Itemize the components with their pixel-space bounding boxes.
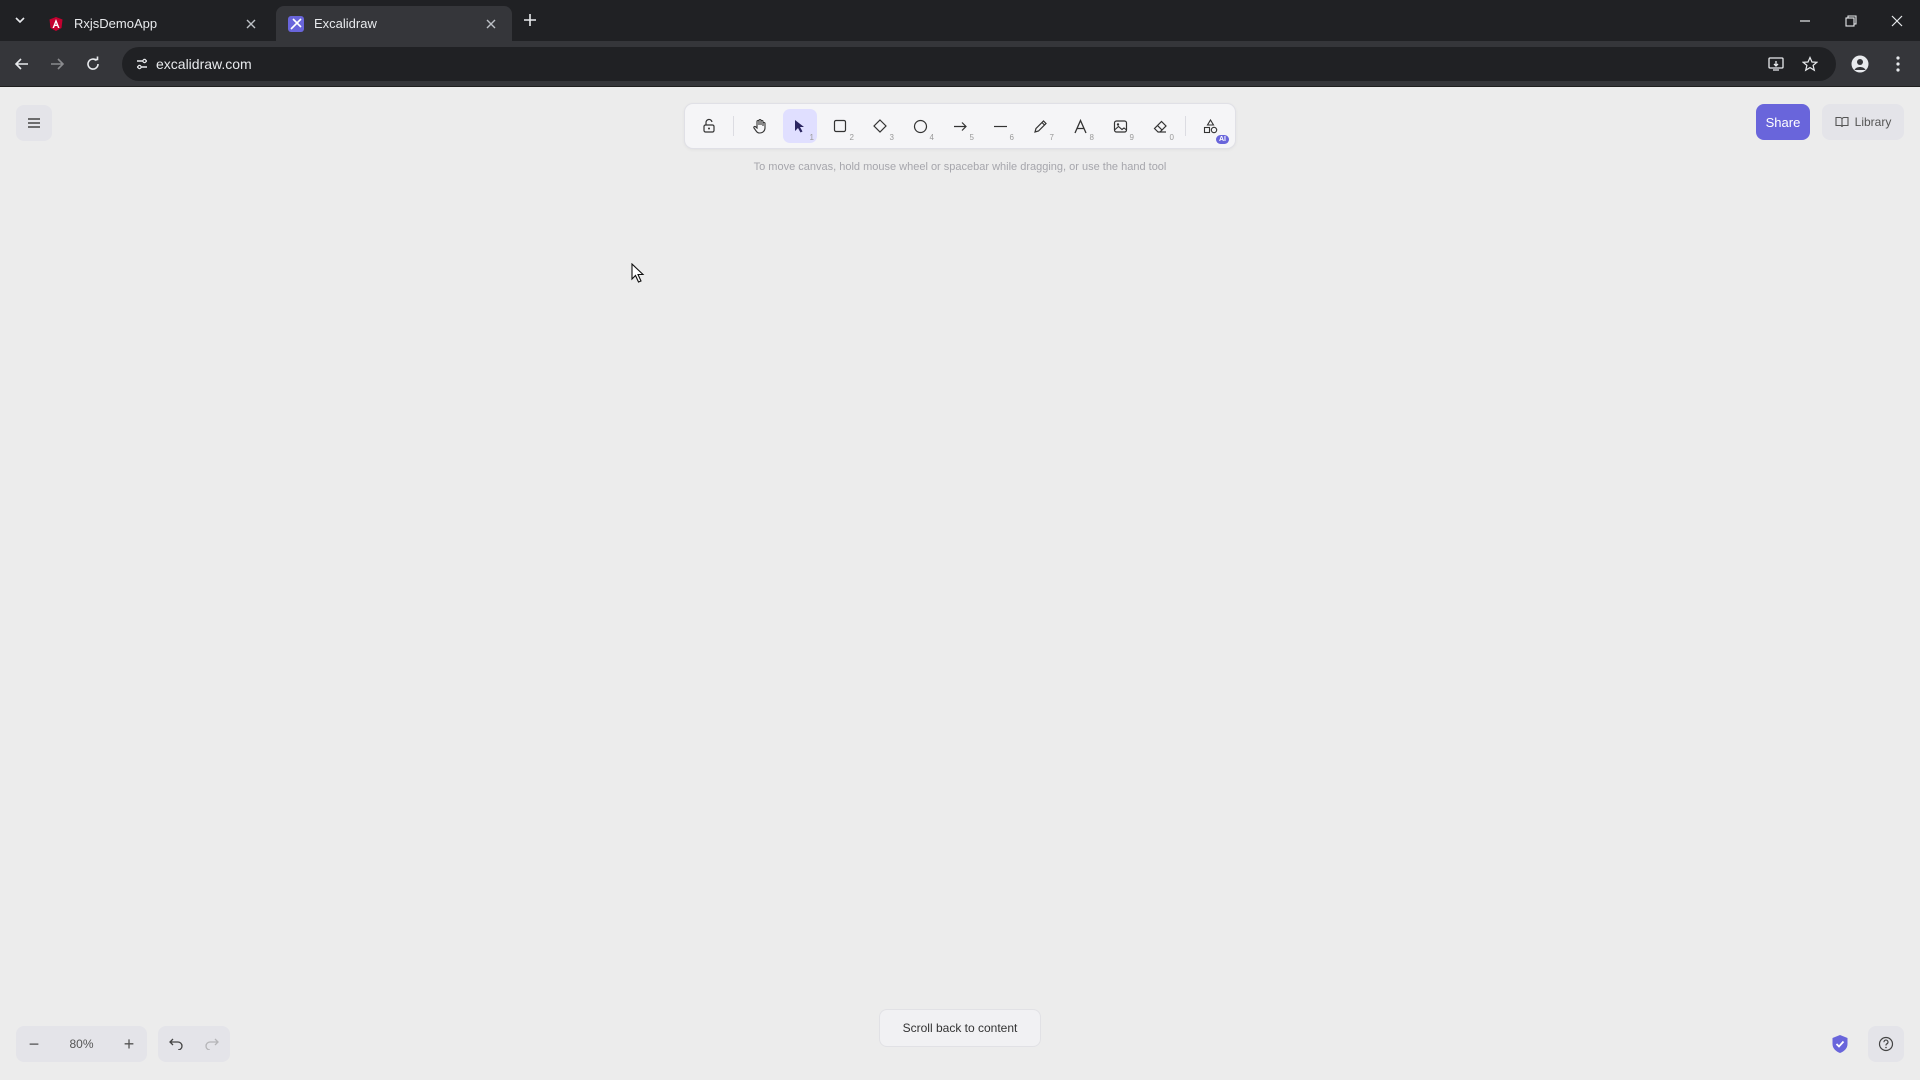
undo-redo-controls — [158, 1026, 230, 1062]
window-close-button[interactable] — [1874, 0, 1920, 41]
library-label: Library — [1854, 115, 1892, 129]
image-icon — [1113, 119, 1127, 133]
tab-title: Excalidraw — [314, 16, 377, 31]
angular-icon — [48, 16, 64, 32]
shortcut-key: 5 — [969, 133, 974, 142]
pencil-icon — [1033, 119, 1047, 133]
plus-icon — [524, 14, 536, 26]
undo-button[interactable] — [158, 1026, 194, 1062]
encryption-shield-icon[interactable] — [1828, 1032, 1852, 1056]
main-menu-button[interactable] — [16, 105, 52, 141]
tool-lock[interactable] — [692, 109, 726, 143]
close-icon[interactable] — [482, 15, 500, 33]
shapes-toolbar: 1 2 3 4 5 6 7 8 9 0 AI — [685, 104, 1235, 148]
tool-draw[interactable]: 7 — [1023, 109, 1057, 143]
scroll-back-button[interactable]: Scroll back to content — [879, 1009, 1041, 1047]
tool-text[interactable]: 8 — [1063, 109, 1097, 143]
eraser-icon — [1153, 120, 1167, 133]
shortcut-key: 9 — [1129, 133, 1134, 142]
tool-rectangle[interactable]: 2 — [823, 109, 857, 143]
book-icon — [1835, 116, 1849, 128]
arrow-left-icon — [14, 58, 28, 70]
tab-title: RxjsDemoApp — [74, 16, 158, 31]
hamburger-icon — [28, 118, 40, 128]
close-icon[interactable] — [242, 15, 260, 33]
reload-icon — [87, 56, 99, 70]
hand-icon — [753, 118, 766, 134]
browser-toolbar: excalidraw.com — [0, 41, 1920, 87]
shortcut-key: 4 — [929, 133, 934, 142]
url-text: excalidraw.com — [156, 56, 252, 72]
zoom-level[interactable]: 80% — [52, 1037, 111, 1051]
shortcut-key: 3 — [889, 133, 894, 142]
shapes-icon — [1203, 118, 1217, 133]
zoom-out-button[interactable]: − — [16, 1026, 52, 1062]
tab-rxjsdemoapp[interactable]: RxjsDemoApp — [36, 6, 272, 41]
line-icon — [993, 125, 1007, 127]
chevron-down-icon — [15, 17, 25, 24]
undo-icon — [169, 1038, 183, 1050]
tool-arrow[interactable]: 5 — [943, 109, 977, 143]
tool-ellipse[interactable]: 4 — [903, 109, 937, 143]
tool-hand[interactable] — [743, 109, 777, 143]
tool-more-tools[interactable]: AI — [1193, 109, 1229, 144]
canvas-hint: To move canvas, hold mouse wheel or spac… — [753, 161, 1167, 173]
toolbar-divider — [1185, 116, 1186, 136]
tab-excalidraw[interactable]: Excalidraw — [276, 6, 512, 41]
bookmark-star-icon[interactable] — [1800, 54, 1820, 74]
close-icon — [1891, 15, 1903, 26]
help-button[interactable] — [1868, 1026, 1904, 1062]
back-button[interactable] — [8, 50, 36, 78]
redo-button[interactable] — [194, 1026, 230, 1062]
restore-button[interactable] — [1828, 0, 1874, 41]
minimize-button[interactable] — [1782, 0, 1828, 41]
site-info-icon[interactable] — [132, 54, 152, 74]
zoom-in-button[interactable]: + — [111, 1026, 147, 1062]
shortcut-key: 2 — [849, 133, 854, 142]
new-tab-button[interactable] — [518, 8, 542, 32]
kebab-menu-icon — [1896, 56, 1900, 72]
library-button[interactable]: Library — [1822, 104, 1904, 140]
profile-button[interactable] — [1846, 50, 1874, 78]
help-icon — [1878, 1036, 1894, 1052]
shortcut-key: 0 — [1169, 133, 1174, 142]
tab-search-button[interactable] — [8, 8, 32, 32]
arrow-right-icon — [51, 58, 65, 70]
zoom-controls: − 80% + — [16, 1026, 147, 1062]
reload-button[interactable] — [79, 50, 107, 78]
mouse-cursor-icon — [631, 263, 645, 283]
browser-tab-bar: RxjsDemoApp Excalidraw — [0, 0, 1920, 41]
diamond-icon — [873, 119, 887, 133]
shortcut-key: 8 — [1089, 133, 1094, 142]
tool-eraser[interactable]: 0 — [1143, 109, 1177, 143]
rectangle-icon — [833, 119, 847, 133]
shortcut-key: 1 — [809, 133, 814, 142]
restore-icon — [1845, 14, 1857, 27]
profile-icon — [1851, 55, 1869, 73]
text-icon — [1073, 118, 1087, 133]
tool-diamond[interactable]: 3 — [863, 109, 897, 143]
tool-selection[interactable]: 1 — [783, 109, 817, 143]
tool-image[interactable]: 9 — [1103, 109, 1137, 143]
tool-line[interactable]: 6 — [983, 109, 1017, 143]
unlock-icon — [703, 118, 715, 133]
share-button[interactable]: Share — [1756, 104, 1810, 140]
pointer-icon — [795, 120, 804, 133]
excalidraw-icon — [288, 15, 304, 32]
shortcut-key: 6 — [1009, 133, 1014, 142]
redo-icon — [205, 1038, 219, 1050]
arrow-icon — [953, 121, 967, 131]
minimize-icon — [1800, 19, 1810, 22]
excalidraw-canvas[interactable]: 1 2 3 4 5 6 7 8 9 0 AI To move canvas, h… — [0, 87, 1920, 1080]
ellipse-icon — [913, 119, 927, 133]
forward-button[interactable] — [43, 50, 71, 78]
browser-menu-button[interactable] — [1884, 50, 1912, 78]
toolbar-divider — [733, 116, 734, 136]
address-bar[interactable]: excalidraw.com — [122, 47, 1836, 81]
install-app-icon[interactable] — [1766, 54, 1786, 74]
shortcut-key: 7 — [1049, 133, 1054, 142]
ai-badge: AI — [1216, 135, 1229, 144]
